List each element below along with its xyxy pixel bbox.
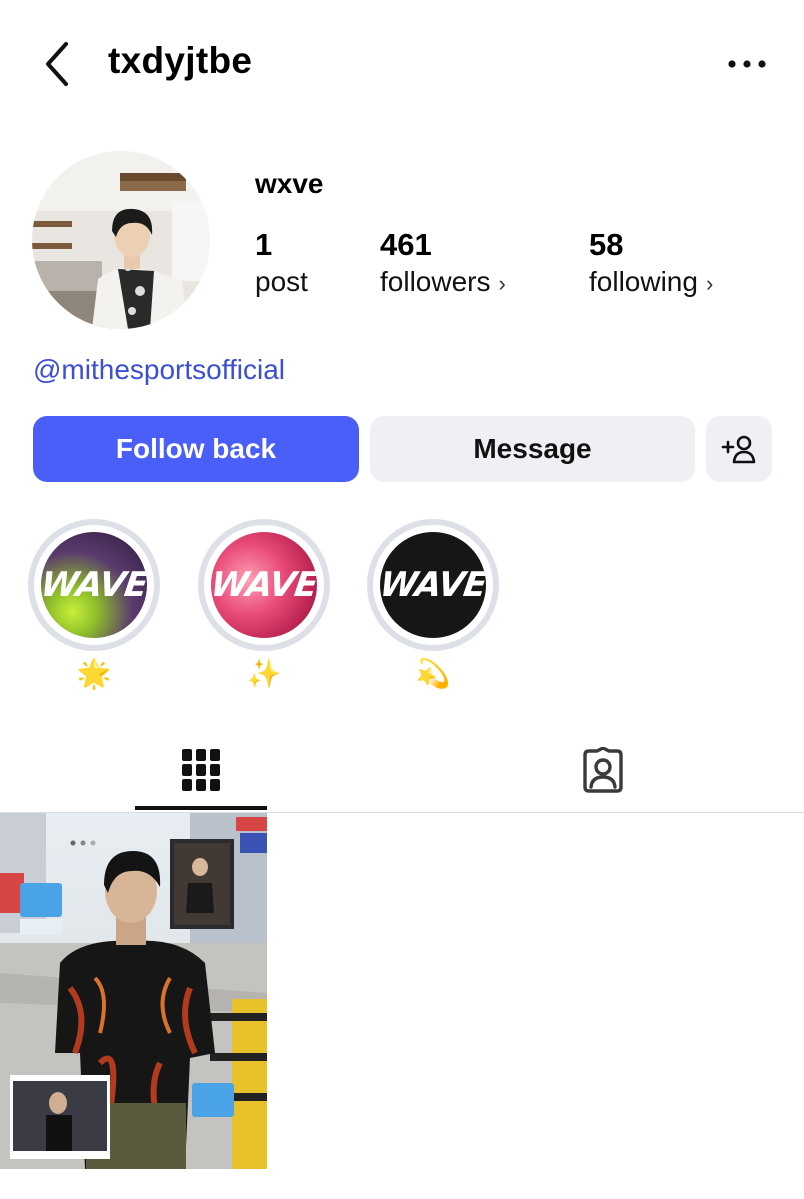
active-tab-indicator (135, 806, 267, 810)
message-button[interactable]: Message (370, 416, 695, 482)
tab-tagged[interactable] (537, 728, 669, 812)
grid-icon (182, 749, 220, 791)
post-thumbnail[interactable] (0, 813, 267, 1169)
posts-count-label: post (255, 266, 308, 297)
profile-username: txdyjtbe (108, 40, 253, 81)
tagged-person-icon (583, 747, 623, 793)
highlight-label: 💫 (415, 658, 451, 689)
more-horizontal-icon (728, 60, 766, 68)
highlight-label: ✨ (246, 658, 282, 689)
followers-count-value: 461 (380, 227, 432, 262)
posts-count-value: 1 (255, 227, 273, 262)
highlight-cover-text: WAVE (41, 565, 147, 605)
profile-header: txdyjtbe (0, 0, 804, 130)
back-button[interactable] (36, 38, 80, 90)
followers-count-label: followers (380, 266, 491, 297)
highlight-ring: WAVE (28, 519, 160, 651)
following-count[interactable]: 58 following › (589, 226, 713, 302)
profile-avatar[interactable] (32, 151, 210, 329)
chevron-left-icon (46, 42, 68, 86)
story-highlight[interactable]: WAVE 💫 (367, 519, 499, 691)
story-highlight[interactable]: WAVE 🌟 (28, 519, 160, 691)
add-person-icon (721, 435, 756, 464)
following-count-value: 58 (589, 227, 624, 262)
followers-count[interactable]: 461 followers › (380, 226, 506, 302)
bio-mention-link[interactable]: @mithesportsofficial (33, 354, 285, 386)
chevron-right-icon: › (498, 271, 506, 296)
following-count-label: following (589, 266, 698, 297)
highlight-ring: WAVE (367, 519, 499, 651)
story-highlight[interactable]: WAVE ✨ (198, 519, 330, 691)
more-options-button[interactable] (722, 46, 772, 82)
chevron-right-icon: › (705, 271, 714, 296)
highlight-cover-text: WAVE (211, 565, 317, 605)
highlight-cover: WAVE (380, 532, 486, 638)
highlight-cover: WAVE (41, 532, 147, 638)
follow-back-button[interactable]: Follow back (33, 416, 359, 482)
posts-count[interactable]: 1 post (255, 226, 308, 300)
highlight-label: 🌟 (76, 658, 112, 689)
highlight-cover: WAVE (211, 532, 317, 638)
tab-posts-grid[interactable] (135, 728, 267, 812)
highlight-ring: WAVE (198, 519, 330, 651)
suggest-people-button[interactable] (706, 416, 772, 482)
display-name: wxve (255, 168, 324, 199)
highlight-cover-text: WAVE (380, 565, 486, 605)
